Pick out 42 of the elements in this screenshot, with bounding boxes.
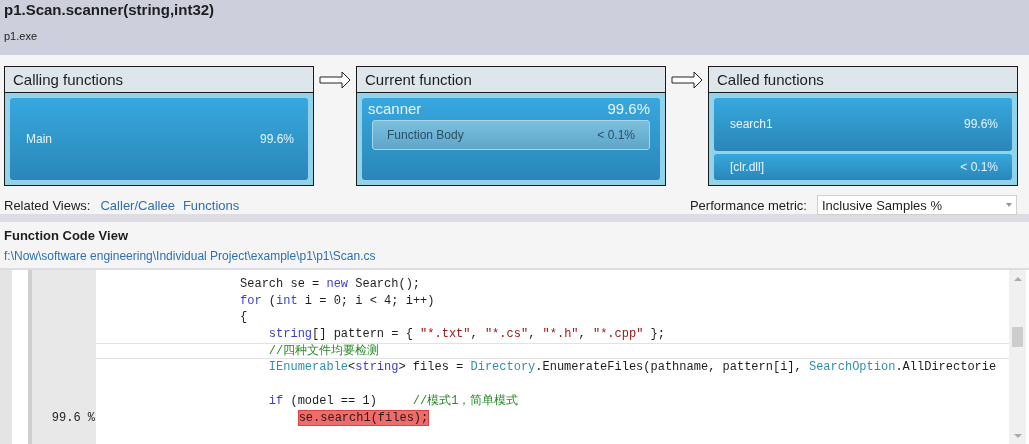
- related-view-link[interactable]: Caller/Callee: [100, 197, 175, 213]
- code-line: IEnumerable<string> files = Directory.EnumerateFiles(pathname, pattern[i], SearchOption.AllDirectorie: [267, 359, 998, 377]
- percent-value: 99.6%: [607, 100, 650, 117]
- percent-value: 99.6%: [963, 117, 998, 132]
- arrow-icon: [319, 71, 351, 89]
- panel-title: Called functions: [709, 67, 1017, 93]
- performance-metric-label: Performance metric:: [689, 197, 807, 213]
- function-name: Function Body: [387, 128, 464, 142]
- code-line: {: [239, 309, 249, 327]
- related-views-label: Related Views:: [4, 197, 91, 213]
- sample-percent: 99.6 %: [51, 410, 95, 425]
- function-name: search1: [730, 117, 773, 132]
- scroll-thumb[interactable]: [1012, 327, 1023, 347]
- current-code-line: //四种文件均要检测: [96, 342, 1009, 360]
- percent-value: 99.6%: [259, 132, 294, 146]
- panel-title: Calling functions: [5, 67, 313, 93]
- code-line: for (int i = 0; i < 4; i++): [239, 292, 436, 310]
- function-name: Main: [26, 132, 52, 146]
- code-line: Search se = new Search();: [239, 276, 422, 293]
- panel-title: Current function: [357, 67, 665, 93]
- function-bar[interactable]: Main 99.6%: [10, 98, 308, 180]
- code-line: if (model == 1) //模式1，简单模式: [267, 392, 520, 410]
- function-body-bar[interactable]: Function Body < 0.1%: [372, 120, 650, 150]
- current-function-bar[interactable]: scanner 99.6% Function Body < 0.1%: [362, 98, 660, 180]
- code-line: string[] pattern = { "*.txt", "*.cs", "*.h", "*.cpp" };: [267, 326, 666, 343]
- metric-dropdown[interactable]: Inclusive Samples %: [817, 195, 1017, 215]
- arrow-icon: [671, 71, 703, 89]
- scroll-up-icon[interactable]: [1013, 277, 1022, 281]
- function-bar[interactable]: [clr.dll] < 0.1%: [714, 153, 1012, 180]
- function-title: p1.Scan.scanner(string,int32): [4, 0, 215, 18]
- file-path-link[interactable]: f:\Now\software engineering\Individual Project\example\p1\p1\Scan.cs: [4, 249, 376, 263]
- module-name: p1.exe: [4, 30, 38, 42]
- related-view-link[interactable]: Functions: [182, 197, 240, 213]
- vertical-scrollbar[interactable]: [1009, 270, 1026, 444]
- function-name: [clr.dll]: [730, 159, 764, 174]
- function-name: scanner: [368, 100, 422, 117]
- caret-icon: [1006, 203, 1012, 207]
- percent-value: < 0.1%: [960, 159, 998, 174]
- scroll-down-icon[interactable]: [1013, 434, 1022, 438]
- section-title: Function Code View: [3, 227, 129, 243]
- percent-value: < 0.1%: [597, 128, 635, 142]
- function-bar[interactable]: search1 99.6%: [714, 98, 1012, 151]
